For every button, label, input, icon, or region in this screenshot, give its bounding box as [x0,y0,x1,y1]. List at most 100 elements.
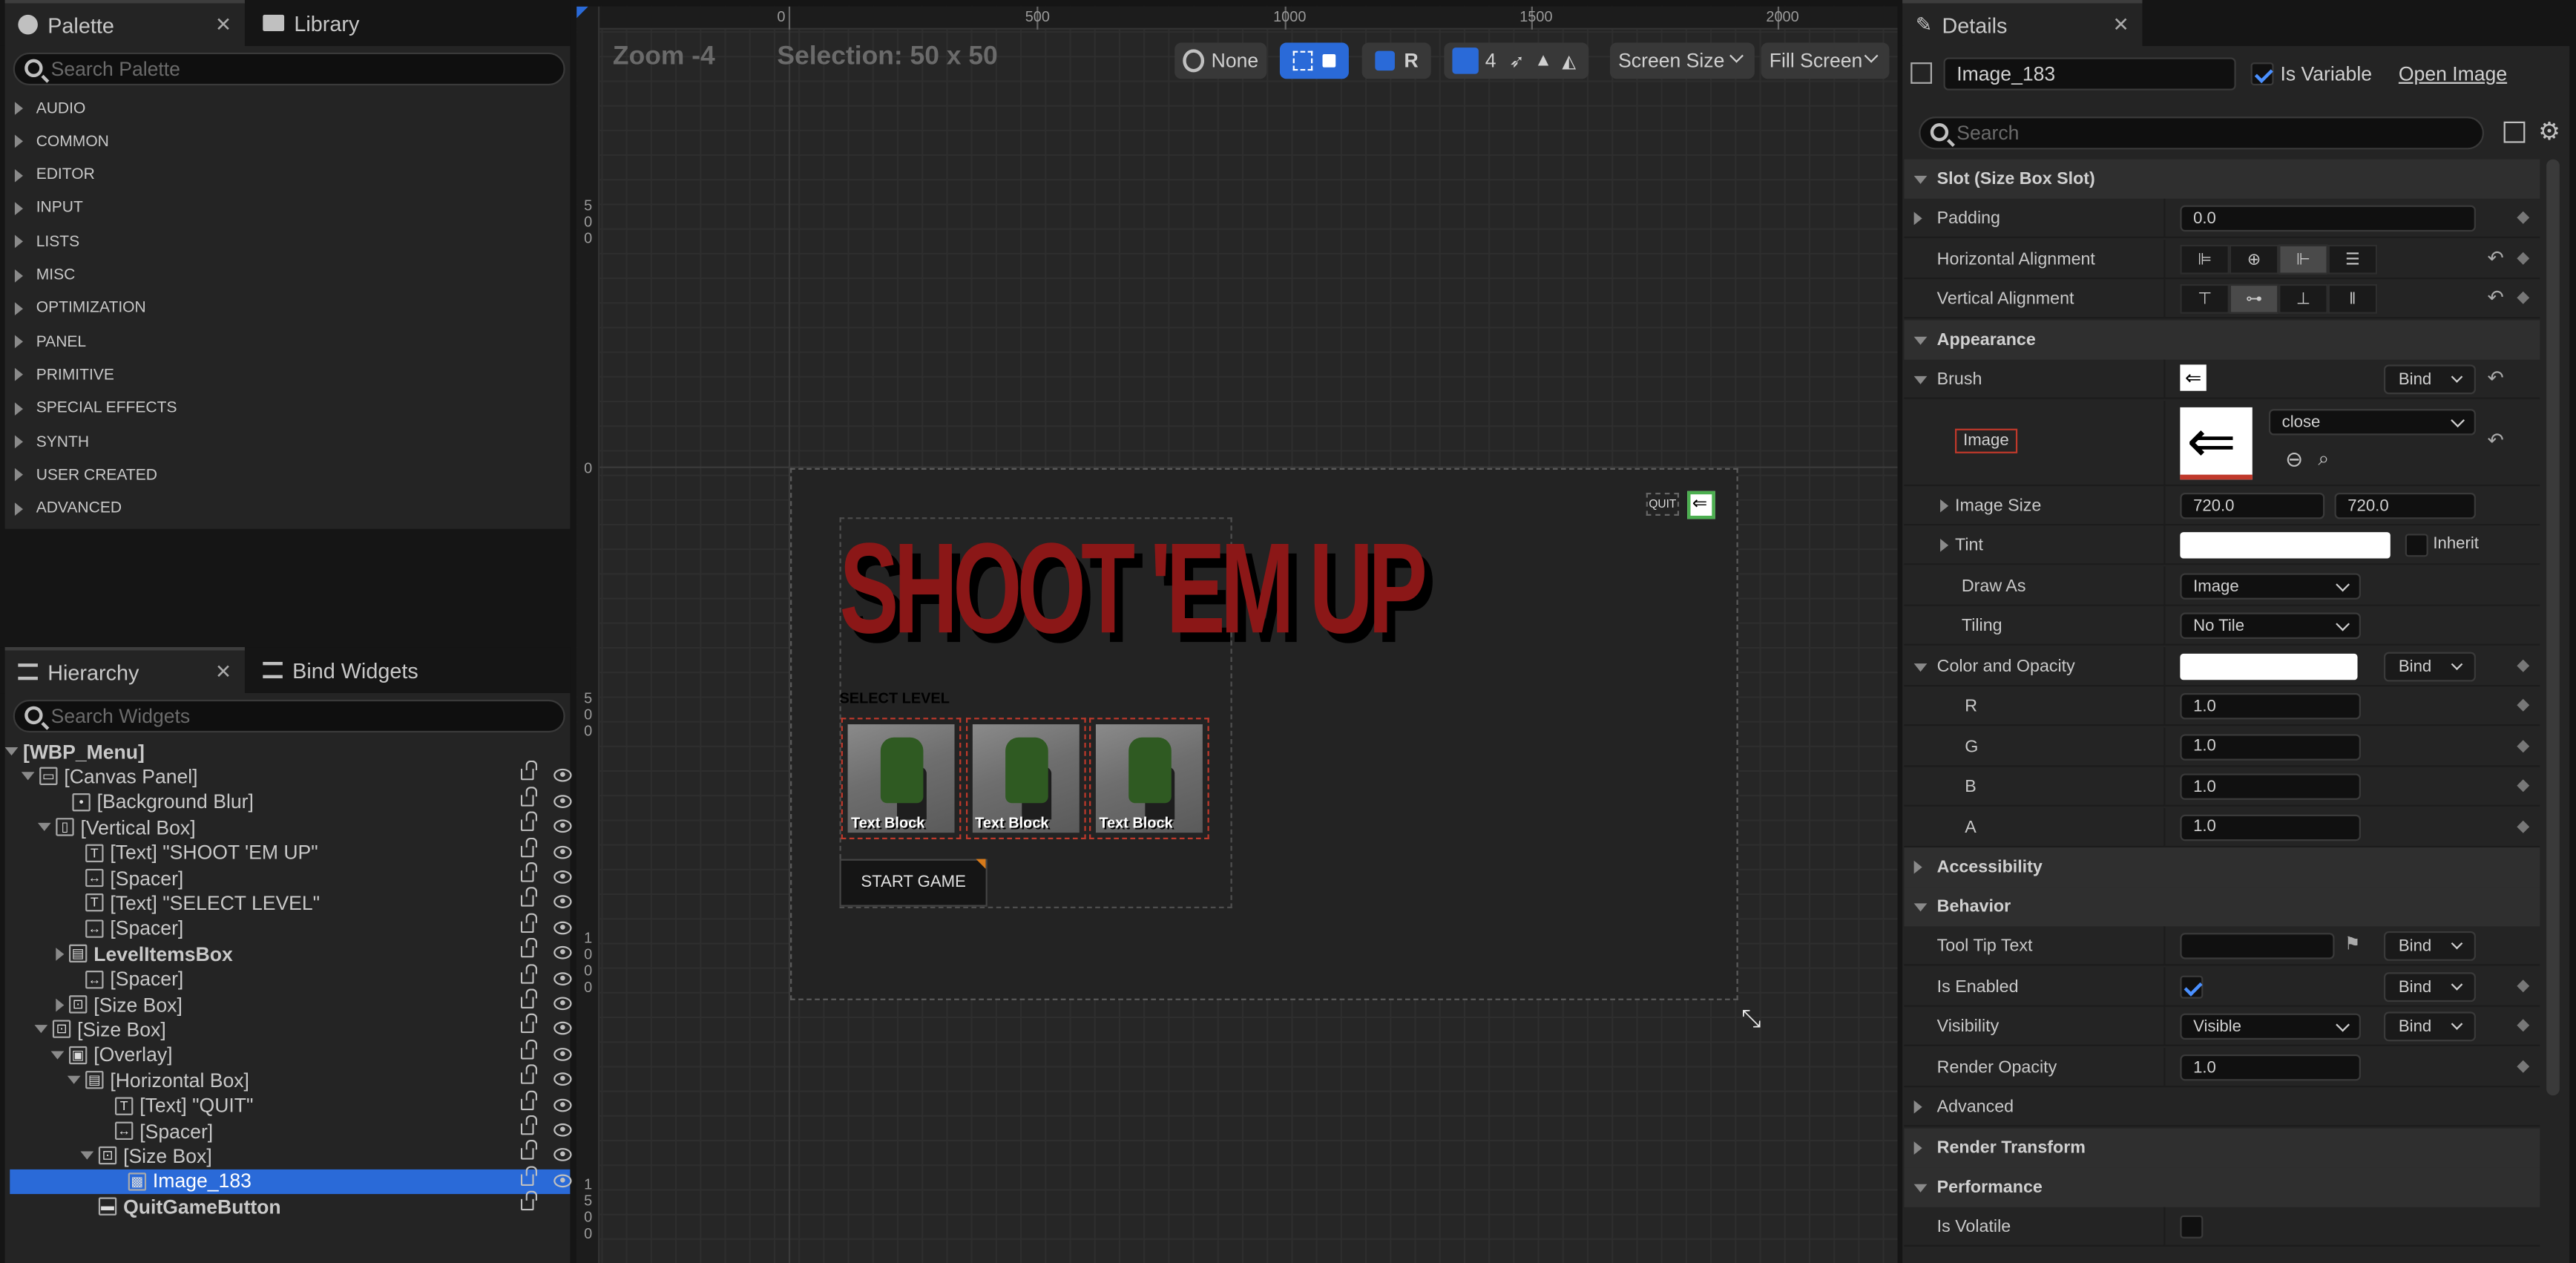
palette-category[interactable]: INPUT [5,192,571,225]
close-icon[interactable]: ✕ [2112,13,2129,36]
palette-search[interactable] [13,52,565,86]
align-fill-icon[interactable]: ☰ [2327,244,2378,275]
pin-icon[interactable]: ◆ [2517,817,2533,835]
grid-snap-toggle[interactable]: 4 ➶ ▲ ◭ [1444,42,1589,79]
palette-category[interactable]: SPECIAL EFFECTS [5,392,571,424]
align-center-icon[interactable]: ⊕ [2229,244,2279,275]
expand-icon[interactable] [56,948,65,962]
hierarchy-item[interactable]: ▭ [Canvas Panel] [10,761,572,789]
brush-bind-dropdown[interactable]: Bind [2383,364,2476,395]
collapse-icon[interactable] [37,823,51,832]
palette-search-input[interactable] [50,57,564,81]
lock-icon[interactable] [520,1165,538,1186]
lock-icon[interactable] [520,938,538,958]
lock-icon[interactable] [520,1039,538,1060]
pin-icon[interactable]: ◆ [2517,777,2533,795]
tooltip-field[interactable] [2180,933,2335,959]
hierarchy-item[interactable]: T [Text] "SELECT LEVEL" [10,888,572,915]
lock-icon[interactable] [520,1115,538,1135]
eye-icon[interactable] [553,1148,572,1162]
eye-icon[interactable] [553,870,572,884]
collapse-icon[interactable] [1913,663,1928,672]
lock-icon[interactable] [520,988,538,1008]
align-left-icon[interactable]: ⊫ [2180,244,2230,275]
resize-handle-icon[interactable]: ⤡ [1741,1006,1761,1034]
inherit-checkbox[interactable] [2405,534,2428,557]
hierarchy-item[interactable]: ↔ [Spacer] [10,963,572,991]
section-behavior[interactable]: Behavior [1904,887,2540,927]
expand-icon[interactable] [1913,211,1922,226]
lock-icon[interactable] [520,888,538,908]
collapse-icon[interactable] [50,1051,65,1060]
lock-icon[interactable] [520,1140,538,1161]
eye-icon[interactable] [553,921,572,934]
pin-icon[interactable]: ◆ [2517,249,2533,267]
expand-icon[interactable] [1940,499,1949,513]
render-opacity-field[interactable]: 1.0 [2180,1054,2361,1081]
visibility-dropdown[interactable]: Visible [2180,1013,2361,1040]
hierarchy-item[interactable]: • [Background Blur] [10,786,572,814]
start-game-button[interactable]: START GAME [839,859,988,907]
eye-icon[interactable] [553,1123,572,1137]
eye-icon[interactable] [553,794,572,808]
section-accessibility[interactable]: Accessibility [1904,847,2540,888]
palette-category[interactable]: COMMON [5,125,571,158]
palette-category[interactable]: OPTIMIZATION [5,292,571,325]
tab-hierarchy[interactable]: Hierarchy ✕ [4,647,245,694]
lock-icon[interactable] [520,811,538,832]
collapse-icon[interactable] [34,1025,48,1034]
close-icon[interactable]: ✕ [215,13,231,36]
lock-icon[interactable] [520,836,538,857]
collapse-icon[interactable] [1913,375,1928,384]
hierarchy-item[interactable]: ▣ [Overlay] [10,1039,572,1067]
section-render-transform[interactable]: Render Transform [1904,1128,2540,1168]
color-r-field[interactable]: 1.0 [2180,693,2361,720]
pin-icon[interactable]: ◆ [2517,737,2533,755]
hierarchy-item[interactable]: ↔ [Spacer] [10,862,572,890]
color-b-field[interactable]: 1.0 [2180,773,2361,800]
gear-icon[interactable]: ⚙ [2538,117,2560,146]
eye-icon[interactable] [553,769,572,783]
is-volatile-checkbox[interactable] [2180,1215,2204,1239]
designer-viewport[interactable]: Zoom -4 Selection: 50 x 50 None R 4 ➶ ▲ … [576,6,1898,1263]
visibility-bind-dropdown[interactable]: Bind [2383,1011,2476,1042]
lock-icon[interactable] [520,1064,538,1085]
hierarchy-item[interactable]: ⊡ [Size Box] [10,1140,572,1168]
align-vfill-icon[interactable]: ‖ [2327,283,2378,314]
tint-color-swatch[interactable] [2180,532,2391,559]
hierarchy-item[interactable]: ▤ [Horizontal Box] [10,1064,572,1092]
hierarchy-item[interactable]: ▯ [Vertical Box] [10,811,572,839]
pin-icon[interactable]: ◆ [2517,1057,2533,1075]
table-view-icon[interactable] [2503,121,2526,143]
expand-icon[interactable] [56,998,65,1012]
details-search-input[interactable] [1956,121,2483,145]
pin-icon[interactable]: ◆ [2517,1017,2533,1034]
is-enabled-checkbox[interactable] [2180,975,2204,999]
lock-icon[interactable] [520,1089,538,1110]
collapse-icon[interactable] [21,772,35,781]
hierarchy-item[interactable]: T [Text] "SHOOT 'EM UP" [10,836,572,865]
reset-icon[interactable]: ↶ [2487,286,2503,309]
dashed-outline-toggle[interactable] [1279,42,1349,79]
pin-icon[interactable]: ◆ [2517,209,2533,226]
palette-category[interactable]: PANEL [5,325,571,358]
hierarchy-item[interactable]: ▤ LevelItemsBox [10,938,572,966]
color-bind-dropdown[interactable]: Bind [2383,652,2476,682]
details-search[interactable] [1919,117,2485,150]
section-slot[interactable]: Slot (Size Box Slot) [1904,159,2540,199]
eye-icon[interactable] [553,946,572,959]
color-opacity-swatch[interactable] [2180,653,2358,680]
level-item-tile[interactable]: Text Block [965,718,1085,839]
hierarchy-item[interactable]: ⊡ [Size Box] [10,988,572,1017]
enabled-bind-dropdown[interactable]: Bind [2383,972,2476,1003]
locale-dropdown[interactable]: None [1174,42,1267,79]
flag-icon[interactable]: ⚑ [2345,933,2361,954]
eye-icon[interactable] [553,1174,572,1187]
row-advanced[interactable]: Advanced [1904,1087,2540,1127]
collapse-icon[interactable] [80,1152,94,1161]
hierarchy-item[interactable]: ▩ Image_183 [10,1165,572,1194]
level-item-tile[interactable]: Text Block [1089,718,1209,839]
lock-icon[interactable] [520,786,538,807]
palette-category[interactable]: ADVANCED [5,492,571,525]
lock-icon[interactable] [520,1191,538,1211]
